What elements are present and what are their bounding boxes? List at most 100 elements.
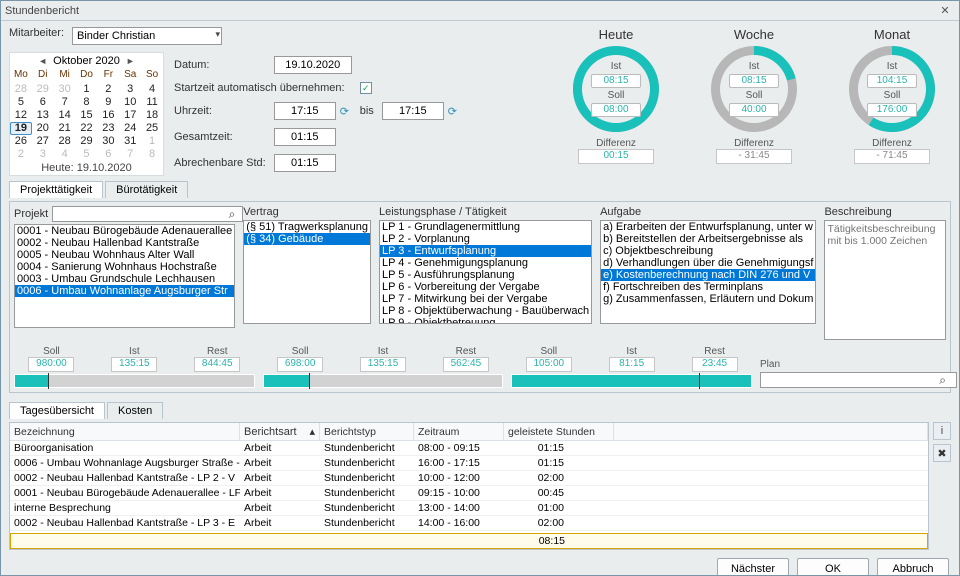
calendar-day[interactable]: 1 [76,83,98,96]
list-item[interactable]: f) Fortschreiben des Terminplans [601,281,815,293]
list-item[interactable]: LP 1 - Grundlagenermittlung [380,221,591,233]
calendar-day[interactable]: 25 [141,122,163,135]
calendar-day[interactable]: 28 [10,83,32,96]
calendar-day[interactable]: 29 [76,135,98,148]
search-icon[interactable]: ⌕ [939,372,946,388]
list-item[interactable]: 0005 - Neubau Wohnhaus Alter Wall [15,249,234,261]
calendar-day[interactable]: 8 [141,148,163,161]
list-item[interactable]: LP 5 - Ausführungsplanung [380,269,591,281]
calendar-day[interactable]: 8 [76,96,98,109]
info-button[interactable]: i [933,422,951,440]
description-input[interactable] [824,220,946,340]
calendar-day[interactable]: 5 [10,96,32,109]
calendar-next-icon[interactable]: ► [124,56,137,66]
calendar-day[interactable]: 11 [141,96,163,109]
calendar-day[interactable]: 29 [32,83,54,96]
calendar-day[interactable]: 26 [10,135,32,148]
auto-starttime-checkbox[interactable]: ✓ [360,82,372,94]
time-to-input[interactable] [382,102,444,120]
calendar-day[interactable]: 19 [10,122,32,135]
list-item[interactable]: c) Objektbeschreibung [601,245,815,257]
calendar-day[interactable]: 9 [97,96,119,109]
next-button[interactable]: Nächster [717,558,789,575]
list-item[interactable]: LP 6 - Vorbereitung der Vergabe [380,281,591,293]
table-row[interactable]: interne BesprechungArbeitStundenbericht1… [10,501,928,516]
table-row[interactable]: 0002 - Neubau Hallenbad Kantstraße - LP … [10,516,928,531]
list-item[interactable]: (§ 34) Gebäude [244,233,370,245]
sort-icon[interactable]: ▴ [309,425,315,438]
billable-input[interactable] [274,154,336,172]
table-row[interactable]: 0001 - Neubau Bürogebäude Adenauerallee … [10,486,928,501]
employee-combo[interactable]: ▾ [72,27,222,45]
list-item[interactable]: 0002 - Neubau Hallenbad Kantstraße [15,237,234,249]
calendar-day[interactable]: 1 [141,135,163,148]
list-projekt[interactable]: 0001 - Neubau Bürogebäude Adenauerallee0… [14,224,235,328]
list-vertrag[interactable]: (§ 51) Tragwerksplanung(§ 34) Gebäude [243,220,371,324]
list-item[interactable]: 0003 - Umbau Grundschule Lechhausen [15,273,234,285]
calendar-day[interactable]: 23 [97,122,119,135]
refresh-icon[interactable]: ⟳ [340,105,349,118]
list-item[interactable]: a) Erarbeiten der Entwurfsplanung, unter… [601,221,815,233]
calendar-day[interactable]: 20 [32,122,54,135]
calendar-day[interactable]: 10 [119,96,141,109]
calendar-today[interactable]: Heute: 19.10.2020 [10,161,163,175]
time-from-input[interactable] [274,102,336,120]
date-input[interactable] [274,56,352,74]
table-row[interactable]: 0006 - Umbau Wohnanlage Augsburger Straß… [10,456,928,471]
calendar-day[interactable]: 15 [76,109,98,122]
list-item[interactable]: e) Kostenberechnung nach DIN 276 und V [601,269,815,281]
calendar[interactable]: ◄ Oktober 2020 ► MoDiMiDoFrSaSo 28293012… [9,52,164,176]
list-item[interactable]: LP 9 - Objektbetreuung [380,317,591,324]
list-item[interactable]: b) Bereitstellen der Arbeitsergebnisse a… [601,233,815,245]
calendar-day[interactable]: 18 [141,109,163,122]
table-row[interactable]: BüroorganisationArbeitStundenbericht08:0… [10,441,928,456]
calendar-day[interactable]: 24 [119,122,141,135]
calendar-day[interactable]: 28 [54,135,76,148]
cancel-button[interactable]: Abbruch [877,558,949,575]
list-item[interactable]: LP 3 - Entwurfsplanung [380,245,591,257]
list-item[interactable]: d) Verhandlungen über die Genehmigungsf [601,257,815,269]
employee-input[interactable] [72,27,222,45]
calendar-day[interactable]: 2 [10,148,32,161]
calendar-day[interactable]: 6 [97,148,119,161]
calendar-day[interactable]: 13 [32,109,54,122]
list-item[interactable]: LP 8 - Objektüberwachung - Bauüberwach [380,305,591,317]
list-aufgabe[interactable]: a) Erarbeiten der Entwurfsplanung, unter… [600,220,816,324]
calendar-day[interactable]: 27 [32,135,54,148]
calendar-day[interactable]: 14 [54,109,76,122]
calendar-day[interactable]: 12 [10,109,32,122]
tab-projekt[interactable]: Projekttätigkeit [9,181,103,198]
plan-search[interactable] [760,372,957,388]
tab-buero[interactable]: Bürotätigkeit [105,181,188,198]
table-row[interactable]: 0002 - Neubau Hallenbad Kantstraße - LP … [10,471,928,486]
calendar-day[interactable]: 4 [54,148,76,161]
list-phase[interactable]: LP 1 - GrundlagenermittlungLP 2 - Vorpla… [379,220,592,324]
calendar-day[interactable]: 3 [119,83,141,96]
calendar-day[interactable]: 30 [97,135,119,148]
projekt-search[interactable] [52,206,242,222]
calendar-day[interactable]: 21 [54,122,76,135]
delete-button[interactable]: ✖ [933,444,951,462]
calendar-prev-icon[interactable]: ◄ [36,56,49,66]
calendar-day[interactable]: 2 [97,83,119,96]
tab-tages[interactable]: Tagesübersicht [9,402,105,419]
calendar-day[interactable]: 7 [119,148,141,161]
calendar-day[interactable]: 17 [119,109,141,122]
list-item[interactable]: (§ 51) Tragwerksplanung [244,221,370,233]
list-item[interactable]: LP 2 - Vorplanung [380,233,591,245]
list-item[interactable]: 0004 - Sanierung Wohnhaus Hochstraße [15,261,234,273]
list-item[interactable]: LP 4 - Genehmigungsplanung [380,257,591,269]
search-icon[interactable]: ⌕ [229,207,236,222]
ok-button[interactable]: OK [797,558,869,575]
total-time-input[interactable] [274,128,336,146]
calendar-day[interactable]: 22 [76,122,98,135]
list-item[interactable]: g) Zusammenfassen, Erläutern und Dokum [601,293,815,305]
chevron-down-icon[interactable]: ▾ [216,29,221,40]
calendar-day[interactable]: 6 [32,96,54,109]
calendar-day[interactable]: 7 [54,96,76,109]
calendar-day[interactable]: 5 [76,148,98,161]
calendar-day[interactable]: 4 [141,83,163,96]
tab-kosten[interactable]: Kosten [107,402,163,419]
calendar-day[interactable]: 3 [32,148,54,161]
close-icon[interactable]: ✕ [935,4,955,17]
